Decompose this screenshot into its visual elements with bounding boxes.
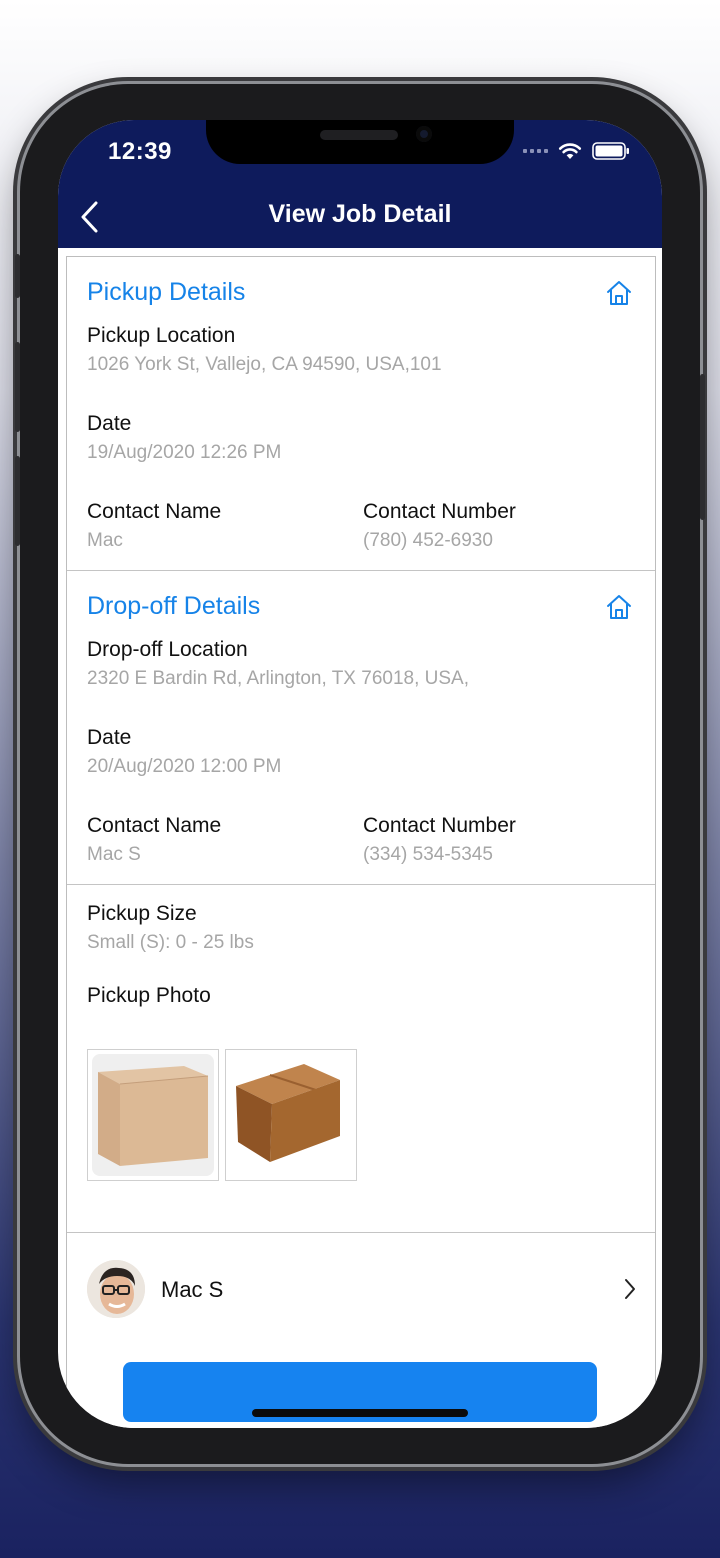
pickup-photo-1[interactable] <box>87 1049 219 1181</box>
pickup-date-label: Date <box>87 412 132 435</box>
driver-name: Mac S <box>161 1277 224 1302</box>
signal-icon <box>523 149 548 153</box>
pickup-photo-2[interactable] <box>225 1049 357 1181</box>
pickup-contact-name-label: Contact Name <box>87 500 222 523</box>
status-time: 12:39 <box>108 138 172 165</box>
home-icon[interactable] <box>605 279 633 307</box>
volume-down-button <box>15 456 20 546</box>
home-icon[interactable] <box>605 593 633 621</box>
notch <box>206 120 514 164</box>
pickup-contact-name-value: Mac <box>87 530 123 551</box>
mute-switch <box>15 254 20 298</box>
driver-row[interactable]: Mac S <box>67 1233 655 1345</box>
navigation-bar: 12:39 View Job Detail <box>58 120 662 248</box>
dropoff-contact-name-label: Contact Name <box>87 814 222 837</box>
page-title: View Job Detail <box>268 200 452 228</box>
battery-icon <box>592 142 629 160</box>
dropoff-section: Drop-off Details Drop-off Location 2320 … <box>67 571 655 885</box>
dropoff-location-value: 2320 E Bardin Rd, Arlington, TX 76018, U… <box>87 668 469 689</box>
pickup-location-value: 1026 York St, Vallejo, CA 94590, USA,101 <box>87 354 442 375</box>
pickup-contact-number-label: Contact Number <box>363 500 516 523</box>
package-section: Pickup Size Small (S): 0 - 25 lbs Pickup… <box>67 885 655 1233</box>
pickup-size-label: Pickup Size <box>87 902 197 925</box>
pickup-section: Pickup Details Pickup Location 1026 York… <box>67 257 655 571</box>
dropoff-date-value: 20/Aug/2020 12:00 PM <box>87 756 282 777</box>
front-camera <box>416 126 432 142</box>
box-image-2 <box>236 1064 340 1162</box>
job-detail-content: Pickup Details Pickup Location 1026 York… <box>66 256 656 1428</box>
screen: 12:39 View Job Detail Pickup Details Pic… <box>58 120 662 1428</box>
dropoff-location-label: Drop-off Location <box>87 638 248 661</box>
dropoff-contact-number-label: Contact Number <box>363 814 516 837</box>
status-icons <box>523 142 630 160</box>
power-button <box>700 374 705 520</box>
dropoff-date-label: Date <box>87 726 132 749</box>
speaker <box>320 130 398 140</box>
pickup-location-label: Pickup Location <box>87 324 236 347</box>
pickup-size-value: Small (S): 0 - 25 lbs <box>87 932 254 953</box>
pickup-contact-number-value[interactable]: (780) 452-6930 <box>363 530 493 552</box>
avatar <box>87 1260 145 1318</box>
pickup-section-title: Pickup Details <box>87 278 246 306</box>
dropoff-contact-number-value[interactable]: (334) 534-5345 <box>363 844 493 866</box>
box-image-1 <box>92 1054 214 1176</box>
volume-up-button <box>15 342 20 432</box>
dropoff-section-title: Drop-off Details <box>87 592 261 620</box>
pickup-date-value: 19/Aug/2020 12:26 PM <box>87 442 282 463</box>
dropoff-contact-name-value: Mac S <box>87 844 141 865</box>
home-indicator <box>252 1409 468 1417</box>
wifi-icon <box>558 143 582 159</box>
chevron-right-icon[interactable] <box>623 1277 637 1301</box>
pickup-photo-label: Pickup Photo <box>87 984 211 1007</box>
